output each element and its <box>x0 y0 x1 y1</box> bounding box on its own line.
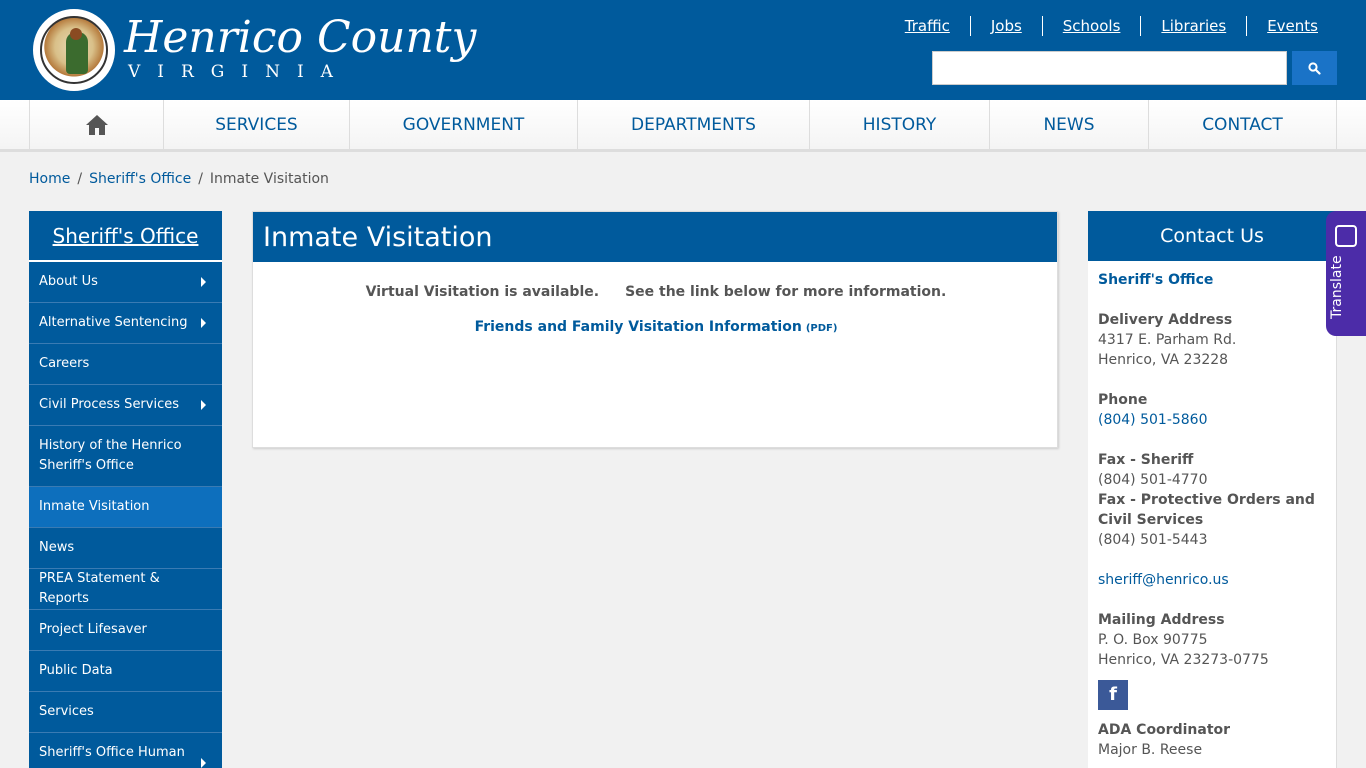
caret-right-icon[interactable] <box>201 758 206 768</box>
facebook-icon[interactable]: f <box>1098 680 1128 710</box>
caret-right-icon[interactable] <box>201 277 206 287</box>
main-content: Inmate Visitation Virtual Visitation is … <box>252 211 1058 448</box>
fax-protective-label: Fax - Protective Orders and Civil Servic… <box>1098 492 1315 528</box>
site-logo-subtitle: VIRGINIA <box>128 62 350 82</box>
breadcrumb-sheriff[interactable]: Sheriff's Office <box>89 171 191 187</box>
sidebar-item-about-us[interactable]: About Us <box>29 262 222 303</box>
top-link-jobs[interactable]: Jobs <box>969 16 1042 36</box>
top-link-events[interactable]: Events <box>1246 16 1338 36</box>
sidebar-item-news[interactable]: News <box>29 528 222 569</box>
ada-coordinator-name: Major B. Reese <box>1098 742 1203 758</box>
sidebar-item-label: History of the Henrico Sheriff's Office <box>39 438 182 473</box>
sidebar-item-careers[interactable]: Careers <box>29 344 222 385</box>
breadcrumb-separator: / <box>198 171 203 187</box>
sidebar-item-inmate-visitation[interactable]: Inmate Visitation <box>29 487 222 528</box>
sidebar-item-label: Inmate Visitation <box>39 499 150 514</box>
search-icon <box>1308 61 1321 75</box>
visitation-info-link[interactable]: Friends and Family Visitation Informatio… <box>475 319 802 335</box>
sidebar-item-label: Careers <box>39 356 90 371</box>
main-nav: SERVICES GOVERNMENT DEPARTMENTS HISTORY … <box>0 100 1366 152</box>
visitation-info-link-row: Friends and Family Visitation Informatio… <box>253 319 1059 335</box>
sidebar-item-label: Sheriff's Office Human <box>39 745 185 760</box>
contact-panel: Contact Us Sheriff's Office Delivery Add… <box>1088 211 1337 768</box>
phone-label: Phone <box>1098 392 1148 408</box>
translate-tab[interactable]: Translate <box>1326 211 1366 336</box>
sidebar-item-alternative-sentencing[interactable]: Alternative Sentencing <box>29 303 222 344</box>
contact-title: Contact Us <box>1088 211 1336 261</box>
site-header: Henrico County VIRGINIA Traffic Jobs Sch… <box>0 0 1366 100</box>
nav-history[interactable]: HISTORY <box>810 100 990 150</box>
sidebar-item-services[interactable]: Services <box>29 692 222 733</box>
sidebar-item-label: Civil Process Services <box>39 397 180 412</box>
contact-office-link[interactable]: Sheriff's Office <box>1098 270 1326 290</box>
sidebar-item-label: Alternative Sentencing <box>39 315 188 330</box>
breadcrumb-current: Inmate Visitation <box>209 171 329 187</box>
nav-news[interactable]: NEWS <box>990 100 1149 150</box>
seal-emblem <box>40 16 108 84</box>
fax-sheriff-label: Fax - Sheriff <box>1098 452 1194 468</box>
delivery-address-line1: 4317 E. Parham Rd. <box>1098 332 1237 348</box>
mailing-address-line2: Henrico, VA 23273-0775 <box>1098 652 1269 668</box>
pdf-tag: (PDF) <box>805 323 838 334</box>
top-links: Traffic Jobs Schools Libraries Events <box>885 16 1338 36</box>
top-link-traffic[interactable]: Traffic <box>885 16 970 36</box>
notice-part-1: Virtual Visitation is available. <box>365 284 600 300</box>
top-link-libraries[interactable]: Libraries <box>1140 16 1246 36</box>
caret-right-icon[interactable] <box>201 318 206 328</box>
section-sidebar: Sheriff's Office About Us Alternative Se… <box>29 211 222 768</box>
search-button[interactable] <box>1292 51 1337 85</box>
ada-coordinator-label: ADA Coordinator <box>1098 722 1231 738</box>
seal-figure-head <box>70 28 82 40</box>
sidebar-title[interactable]: Sheriff's Office <box>29 211 222 262</box>
sidebar-item-prea[interactable]: PREA Statement & Reports <box>29 569 222 610</box>
delivery-address-label: Delivery Address <box>1098 312 1233 328</box>
sidebar-item-label: Services <box>39 704 94 719</box>
search-input[interactable] <box>932 51 1287 85</box>
home-icon <box>85 115 108 135</box>
sidebar-item-label: PREA Statement & Reports <box>39 571 160 606</box>
nav-departments[interactable]: DEPARTMENTS <box>578 100 810 150</box>
fax-sheriff-number: (804) 501-4770 <box>1098 472 1208 488</box>
caret-right-icon[interactable] <box>201 400 206 410</box>
breadcrumb-separator: / <box>77 171 83 187</box>
top-link-schools[interactable]: Schools <box>1041 16 1141 36</box>
site-logo-title[interactable]: Henrico County <box>124 16 476 60</box>
sidebar-item-history[interactable]: History of the Henrico Sheriff's Office <box>29 426 222 487</box>
notice-part-2: See the link below for more information. <box>625 284 947 300</box>
nav-services[interactable]: SERVICES <box>164 100 350 150</box>
sidebar-item-label: Project Lifesaver <box>39 622 147 637</box>
sidebar-item-label: About Us <box>39 274 98 289</box>
visitation-notice: Virtual Visitation is available. See the … <box>253 284 1059 300</box>
breadcrumb: Home / Sheriff's Office / Inmate Visitation <box>29 171 329 187</box>
delivery-address-line2: Henrico, VA 23228 <box>1098 352 1229 368</box>
breadcrumb-home[interactable]: Home <box>29 171 70 187</box>
page-title: Inmate Visitation <box>253 212 1057 262</box>
mailing-address-line1: P. O. Box 90775 <box>1098 632 1208 648</box>
mailing-address-label: Mailing Address <box>1098 612 1225 628</box>
email-link[interactable]: sheriff@henrico.us <box>1098 570 1326 590</box>
nav-government[interactable]: GOVERNMENT <box>350 100 578 150</box>
sidebar-item-label: News <box>39 540 75 555</box>
sidebar-item-public-data[interactable]: Public Data <box>29 651 222 692</box>
county-seal-logo[interactable] <box>33 9 115 91</box>
nav-home[interactable] <box>30 100 164 150</box>
nav-contact[interactable]: CONTACT <box>1149 100 1337 150</box>
phone-link[interactable]: (804) 501-5860 <box>1098 410 1326 430</box>
sidebar-item-project-lifesaver[interactable]: Project Lifesaver <box>29 610 222 651</box>
sidebar-item-human-resources[interactable]: Sheriff's Office Human <box>29 733 222 768</box>
sidebar-item-civil-process-services[interactable]: Civil Process Services <box>29 385 222 426</box>
fax-protective-number: (804) 501-5443 <box>1098 532 1208 548</box>
sidebar-item-label: Public Data <box>39 663 113 678</box>
translate-label: Translate <box>1329 255 1345 319</box>
